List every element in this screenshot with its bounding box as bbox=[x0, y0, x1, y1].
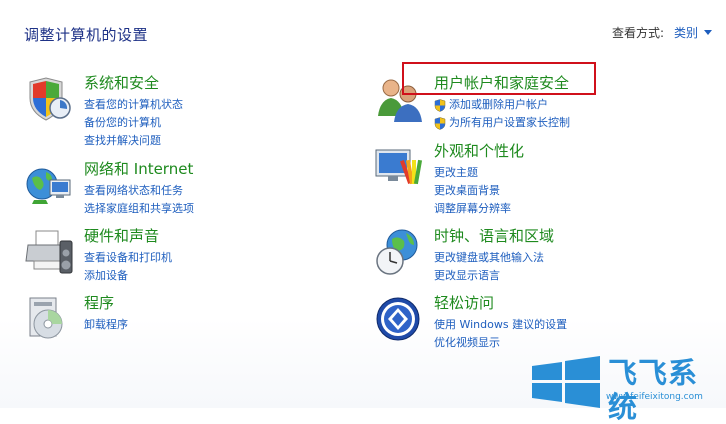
link-change-theme[interactable]: 更改主题 bbox=[434, 164, 524, 182]
category-title[interactable]: 网络和 Internet bbox=[84, 160, 194, 179]
category-title[interactable]: 时钟、语言和区域 bbox=[434, 227, 554, 246]
link-label: 添加或删除用户帐户 bbox=[449, 98, 548, 111]
category-title[interactable]: 程序 bbox=[84, 294, 128, 313]
link-find-fix-problems[interactable]: 查找并解决问题 bbox=[84, 132, 183, 150]
page-title: 调整计算机的设置 bbox=[24, 26, 149, 44]
globe-clock-icon[interactable] bbox=[374, 227, 424, 277]
link-windows-recommended[interactable]: 使用 Windows 建议的设置 bbox=[434, 316, 567, 334]
link-change-background[interactable]: 更改桌面背景 bbox=[434, 182, 524, 200]
link-devices-printers[interactable]: 查看设备和打印机 bbox=[84, 249, 172, 267]
category-clock-language: 时钟、语言和区域 更改键盘或其他输入法 更改显示语言 bbox=[374, 227, 554, 285]
link-screen-resolution[interactable]: 调整屏幕分辨率 bbox=[434, 200, 524, 218]
link-add-device[interactable]: 添加设备 bbox=[84, 267, 172, 285]
link-backup-computer[interactable]: 备份您的计算机 bbox=[84, 114, 183, 132]
view-by: 查看方式: 类别 bbox=[612, 24, 712, 41]
category-title[interactable]: 硬件和声音 bbox=[84, 227, 172, 246]
link-change-display-language[interactable]: 更改显示语言 bbox=[434, 267, 554, 285]
category-network-internet: 网络和 Internet 查看网络状态和任务 选择家庭组和共享选项 bbox=[24, 160, 194, 218]
uac-shield-icon bbox=[434, 116, 446, 130]
programs-icon[interactable] bbox=[24, 294, 74, 344]
category-title[interactable]: 外观和个性化 bbox=[434, 142, 524, 161]
link-uninstall-program[interactable]: 卸载程序 bbox=[84, 316, 128, 334]
link-optimize-video[interactable]: 优化视频显示 bbox=[434, 334, 567, 352]
view-by-dropdown[interactable]: 类别 bbox=[674, 24, 698, 41]
category-system-security: 系统和安全 查看您的计算机状态 备份您的计算机 查找并解决问题 bbox=[24, 74, 183, 150]
watermark-url: www.feifeixitong.com bbox=[606, 392, 703, 402]
link-parental-controls[interactable]: 为所有用户设置家长控制 bbox=[434, 114, 570, 132]
highlight-box bbox=[402, 62, 596, 95]
shield-icon[interactable] bbox=[24, 74, 74, 124]
chevron-down-icon[interactable] bbox=[704, 30, 712, 35]
category-title[interactable]: 系统和安全 bbox=[84, 74, 183, 93]
link-label: 为所有用户设置家长控制 bbox=[449, 116, 570, 129]
category-appearance: 外观和个性化 更改主题 更改桌面背景 调整屏幕分辨率 bbox=[374, 142, 524, 218]
ease-of-access-icon[interactable] bbox=[374, 294, 424, 344]
category-programs: 程序 卸载程序 bbox=[24, 294, 128, 344]
uac-shield-icon bbox=[434, 98, 446, 112]
network-globe-icon[interactable] bbox=[24, 160, 74, 210]
category-hardware-sound: 硬件和声音 查看设备和打印机 添加设备 bbox=[24, 227, 172, 285]
link-view-computer-status[interactable]: 查看您的计算机状态 bbox=[84, 96, 183, 114]
printer-icon[interactable] bbox=[24, 227, 74, 277]
link-add-remove-accounts[interactable]: 添加或删除用户帐户 bbox=[434, 96, 570, 114]
category-ease-of-access: 轻松访问 使用 Windows 建议的设置 优化视频显示 bbox=[374, 294, 567, 352]
category-title[interactable]: 轻松访问 bbox=[434, 294, 567, 313]
monitor-palette-icon[interactable] bbox=[374, 142, 424, 192]
view-by-label: 查看方式: bbox=[611, 26, 664, 40]
link-homegroup-sharing[interactable]: 选择家庭组和共享选项 bbox=[84, 200, 194, 218]
link-view-network-status[interactable]: 查看网络状态和任务 bbox=[84, 182, 194, 200]
link-change-input-methods[interactable]: 更改键盘或其他输入法 bbox=[434, 249, 554, 267]
watermark-brand: 飞飞系统 bbox=[608, 356, 699, 424]
